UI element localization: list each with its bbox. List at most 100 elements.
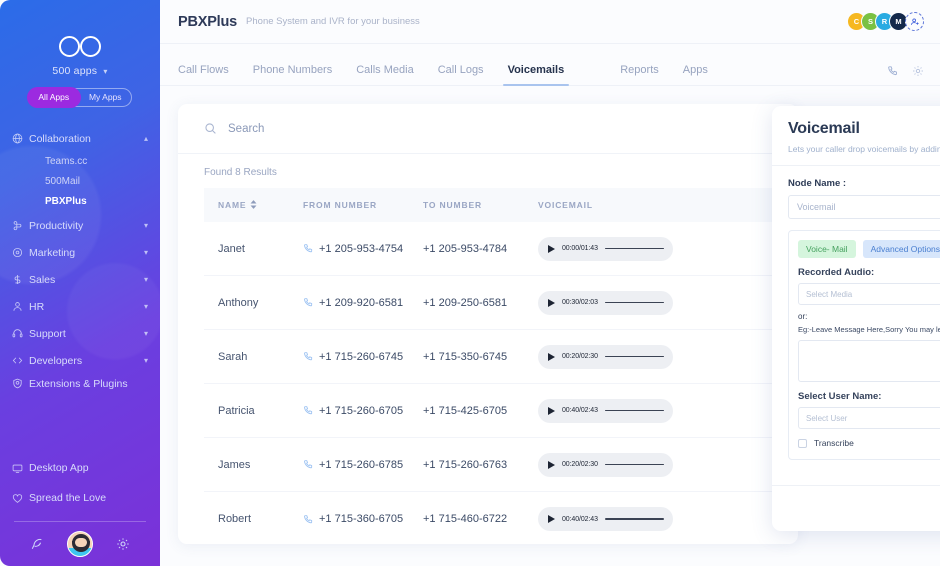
sidebar-item-sales[interactable]: Sales ▾ [0,266,160,293]
sidebar-item-spread-the-love[interactable]: Spread the Love [0,483,160,513]
sidebar-item-support[interactable]: Support ▾ [0,320,160,347]
audio-player[interactable]: 00:30/02:03 [538,291,673,315]
table-row[interactable]: Janet +1 205-953-4754 +1 205-953-4784 [204,222,772,276]
sidebar-logo[interactable] [0,36,160,56]
sidebar-item-label: HR [29,301,144,313]
feather-icon[interactable] [30,537,44,551]
table-row[interactable]: Robert +1 715-360-6705 +1 715-460-6722 [204,492,772,544]
chevron-down-icon: ▾ [144,329,148,338]
cell-from-number: +1 715-260-6705 [303,405,423,417]
gear-icon[interactable] [116,537,130,551]
play-icon[interactable] [548,245,555,253]
cell-name: James [218,459,303,471]
add-user-icon[interactable] [905,12,924,31]
play-icon[interactable] [548,299,555,307]
cell-to-number: +1 715-425-6705 [423,405,538,417]
user-avatar[interactable] [67,531,93,557]
heart-icon [12,493,29,504]
sidebar-item-collaboration[interactable]: Collaboration ▴ [0,125,160,152]
table-row[interactable]: Sarah +1 715-260-6745 +1 715-350-6745 [204,330,772,384]
audio-player[interactable]: 00:20/02:30 [538,453,673,477]
message-textarea[interactable] [798,340,940,382]
tab-phone-numbers[interactable]: Phone Numbers [253,64,333,85]
sidebar-item-desktop-app[interactable]: Desktop App [0,453,160,483]
or-label: or: [798,312,940,321]
pill-voice-mail[interactable]: Voice- Mail [798,240,856,258]
play-icon[interactable] [548,515,555,523]
sidebar-subitem-pbxplus[interactable]: PBXPlus [0,192,160,212]
table-body: Janet +1 205-953-4754 +1 205-953-4784 [204,222,772,544]
select-media-dropdown[interactable]: Select Media ▾ [798,283,940,305]
audio-progress-bar[interactable] [605,302,664,304]
cell-from-number: +1 205-953-4754 [303,243,423,255]
search-icon [204,122,217,135]
cell-to-number: +1 205-953-4784 [423,243,538,255]
audio-progress-bar[interactable] [605,356,664,358]
table-row[interactable]: Anthony +1 209-920-6581 +1 209-250-6581 [204,276,772,330]
tab-call-flows[interactable]: Call Flows [178,64,229,85]
apps-count-dropdown[interactable]: 500 apps ▾ [0,65,160,77]
select-media-value: Select Media [806,290,852,299]
audio-progress-bar[interactable] [605,518,664,520]
column-header-name[interactable]: NAME [218,200,303,211]
audio-time: 00:40/02:43 [562,516,598,523]
audio-player[interactable]: 00:40/02:43 [538,399,673,423]
tab-apps[interactable]: Apps [683,64,708,85]
sidebar-item-extensions-plugins[interactable]: Extensions & Plugins [0,374,160,408]
audio-player[interactable]: 00:20/02:30 [538,345,673,369]
sidebar-item-label: Productivity [29,220,144,232]
phone-icon [303,297,314,308]
audio-progress-bar[interactable] [605,410,664,412]
cell-name: Patricia [218,405,303,417]
play-icon[interactable] [548,353,555,361]
sidebar-item-label: Desktop App [29,462,148,474]
audio-progress-bar[interactable] [605,248,664,250]
sidebar-item-productivity[interactable]: Productivity ▾ [0,212,160,239]
transcribe-checkbox[interactable] [798,439,807,448]
segment-my-apps[interactable]: My Apps [80,89,132,106]
cell-to-number: +1 715-460-6722 [423,513,538,525]
column-header-voicemail: VOICEMAIL [538,200,648,210]
sidebar-item-developers[interactable]: Developers ▾ [0,347,160,374]
table-row[interactable]: James +1 715-260-6785 +1 715-260-6763 [204,438,772,492]
sidebar-item-hr[interactable]: HR ▾ [0,293,160,320]
audio-player[interactable]: 00:40/02:43 [538,507,673,531]
sidebar-subitem-teamscc[interactable]: Teams.cc [0,152,160,172]
chevron-down-icon: ▾ [144,221,148,230]
cell-voicemail: 00:40/02:43 [538,399,678,423]
select-user-dropdown[interactable]: Select User [798,407,940,429]
pill-advanced-options[interactable]: Advanced Options [863,240,940,258]
tab-voicemails[interactable]: Voicemails [508,64,565,85]
cell-voicemail: 00:20/02:30 [538,345,678,369]
option-pills: Voice- Mail Advanced Options Help [798,240,940,258]
node-name-field[interactable] [788,195,940,219]
phone-icon[interactable] [887,65,899,77]
gear-icon[interactable] [912,65,924,77]
sidebar-item-marketing[interactable]: Marketing ▾ [0,239,160,266]
search-row [178,104,798,154]
sidebar-item-label: Support [29,328,144,340]
transcribe-label: Transcribe [814,438,854,448]
audio-progress-bar[interactable] [605,464,664,466]
panel-subtitle: Lets your caller drop voicemails by addi… [788,144,940,154]
transcribe-row[interactable]: Transcribe [798,438,940,448]
tab-reports[interactable]: Reports [620,64,659,85]
panel-title: Voicemail [788,120,940,138]
play-icon[interactable] [548,461,555,469]
audio-player[interactable]: 00:00/01:43 [538,237,673,261]
table-row[interactable]: Patricia +1 715-260-6705 +1 715-425-6705 [204,384,772,438]
cell-voicemail: 00:40/02:43 [538,507,678,531]
chevron-up-icon: ▴ [144,134,148,143]
tab-calls-media[interactable]: Calls Media [356,64,413,85]
command-icon [12,220,29,231]
sidebar-subitem-500mail[interactable]: 500Mail [0,172,160,192]
search-input[interactable] [228,123,528,135]
play-icon[interactable] [548,407,555,415]
headset-icon [12,328,29,339]
cell-from-number: +1 715-360-6705 [303,513,423,525]
person-icon [12,301,29,312]
node-name-input[interactable] [797,202,940,212]
tab-call-logs[interactable]: Call Logs [438,64,484,85]
chevron-down-icon: ▾ [103,67,107,76]
segment-all-apps[interactable]: All Apps [28,88,80,107]
